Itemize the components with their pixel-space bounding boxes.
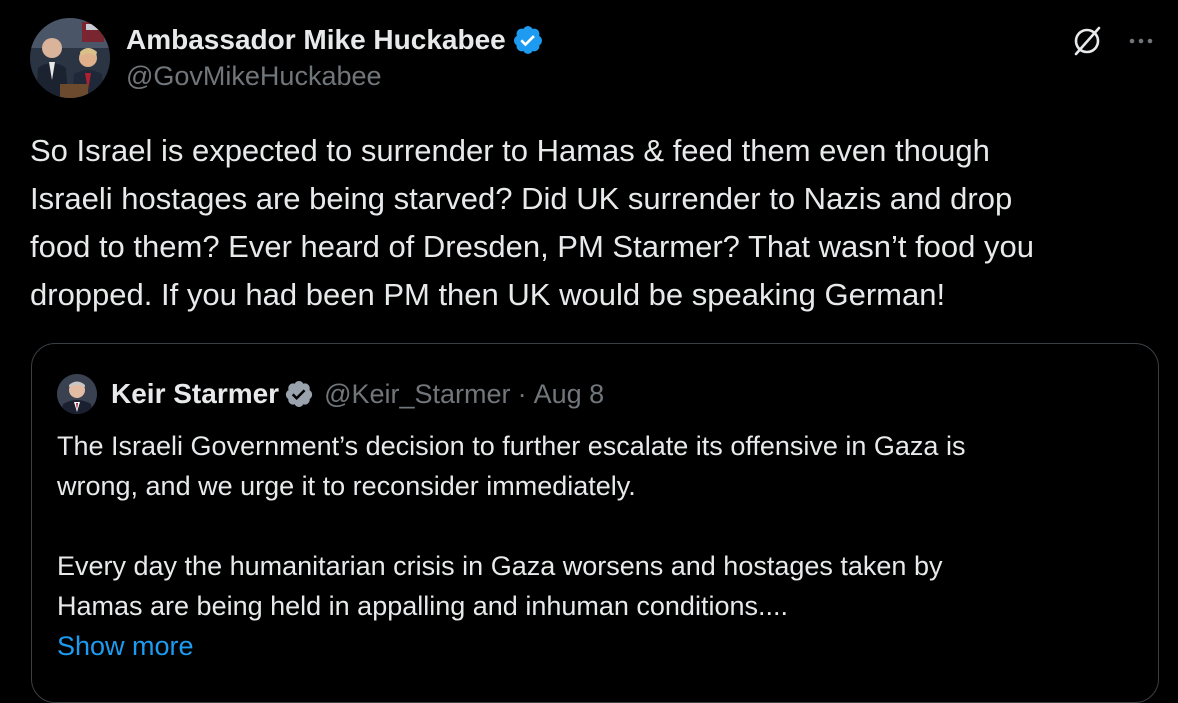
quoted-tweet-text: The Israeli Government’s decision to fur… <box>57 426 1137 666</box>
author-block: Ambassador Mike Huckabee @GovMikeHuckabe… <box>126 21 544 92</box>
meta-separator: · <box>517 378 527 409</box>
show-more-link[interactable]: Show more <box>57 626 1137 666</box>
quoted-tweet-card[interactable]: Keir Starmer @Keir_Starmer · Aug 8 The I… <box>31 343 1159 703</box>
author-handle[interactable]: @GovMikeHuckabee <box>126 61 544 92</box>
tweet-text-line: food to them? Ever heard of Dresden, PM … <box>30 229 1035 264</box>
tweet: Ambassador Mike Huckabee @GovMikeHuckabe… <box>0 0 1178 703</box>
quoted-text-line: Every day the humanitarian crisis in Gaz… <box>57 551 943 581</box>
quoted-tweet-header: Keir Starmer @Keir_Starmer · Aug 8 <box>57 374 604 414</box>
quoted-text-line: wrong, and we urge it to reconsider imme… <box>57 471 636 501</box>
quoted-author-avatar[interactable] <box>57 374 97 414</box>
author-avatar[interactable] <box>30 18 110 98</box>
author-name[interactable]: Ambassador Mike Huckabee <box>126 24 506 56</box>
tweet-text: So Israel is expected to surrender to Ha… <box>30 127 1160 319</box>
tweet-text-line: dropped. If you had been PM then UK woul… <box>30 277 946 312</box>
verified-badge-icon[interactable] <box>284 379 314 409</box>
more-horizontal-icon[interactable] <box>1124 24 1158 58</box>
author-name-row: Ambassador Mike Huckabee <box>126 21 544 59</box>
tweet-text-line: Israeli hostages are being starved? Did … <box>30 181 1013 216</box>
quoted-tweet-date[interactable]: Aug 8 <box>534 379 605 410</box>
tweet-text-line: So Israel is expected to surrender to Ha… <box>30 133 990 168</box>
grok-icon[interactable] <box>1070 24 1104 58</box>
quoted-text-line: Hamas are being held in appalling and in… <box>57 591 788 621</box>
quoted-text-line: The Israeli Government’s decision to fur… <box>57 431 966 461</box>
avatar-photo-icon <box>30 18 110 98</box>
tweet-top-actions <box>1070 24 1158 58</box>
quoted-avatar-photo-icon <box>57 374 97 414</box>
quoted-author-handle[interactable]: @Keir_Starmer <box>324 379 510 410</box>
verified-badge-icon[interactable] <box>512 24 544 56</box>
quoted-author-name[interactable]: Keir Starmer <box>111 378 279 410</box>
